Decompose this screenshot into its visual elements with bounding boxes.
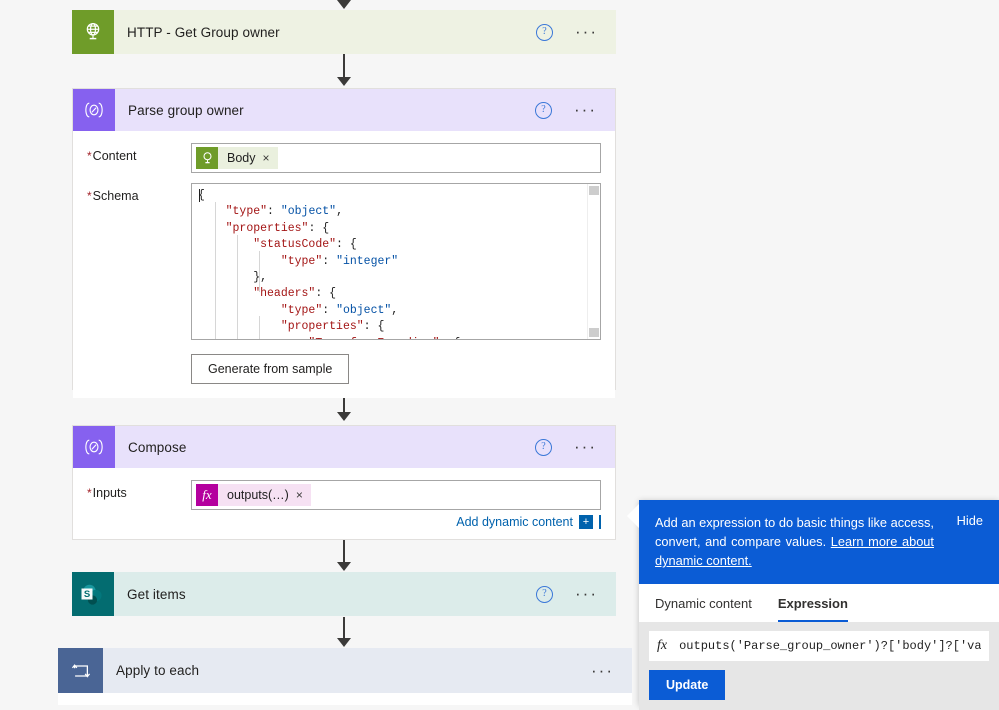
step-card-http[interactable]: HTTP - Get Group owner ? ··· xyxy=(72,10,616,54)
code-line: "type": "integer" xyxy=(280,254,399,268)
inputs-input[interactable]: fx outputs(…) × xyxy=(191,480,601,510)
step-title-parse: Parse group owner xyxy=(128,102,244,118)
help-icon[interactable]: ? xyxy=(536,585,554,603)
code-line: "type": "object", xyxy=(225,205,343,219)
step-header-http[interactable]: HTTP - Get Group owner ? ··· xyxy=(72,10,616,54)
code-line: "properties": { xyxy=(280,320,385,334)
step-body-parse: Content Body xyxy=(73,131,615,398)
step-title-compose: Compose xyxy=(128,439,187,455)
field-label-content: Content xyxy=(73,143,191,163)
token-body[interactable]: Body × xyxy=(196,147,278,169)
scroll-up-button[interactable] xyxy=(589,186,599,195)
step-header-apply-to-each[interactable]: Apply to each ··· xyxy=(58,648,632,693)
hide-banner-button[interactable]: Hide xyxy=(957,513,983,528)
expression-value: outputs('Parse_group_owner')?['body']?['… xyxy=(679,639,981,653)
more-options-icon[interactable]: ··· xyxy=(575,585,598,602)
step-title-http: HTTP - Get Group owner xyxy=(127,24,280,40)
field-control-content: Body × xyxy=(191,143,615,173)
expression-tabs: Dynamic content Expression xyxy=(639,584,999,622)
apply-to-each-icon xyxy=(58,648,103,693)
expression-input[interactable]: fx outputs('Parse_group_owner')?['body']… xyxy=(649,631,989,661)
fx-icon: fx xyxy=(657,638,668,653)
step-header-parse[interactable]: Parse group owner ? ··· xyxy=(73,89,615,131)
field-row-schema: Schema { "type": "object", "properties":… xyxy=(73,173,615,398)
add-dynamic-content-row: Add dynamic content + xyxy=(73,510,615,537)
close-icon[interactable]: × xyxy=(263,147,270,169)
field-control-inputs: fx outputs(…) × xyxy=(191,480,615,510)
step-body-compose: Inputs fx outputs(…) × Add dynamic c xyxy=(73,468,615,537)
scroll-down-button[interactable] xyxy=(589,328,599,337)
step-card-getitems[interactable]: S Get items ? ··· xyxy=(72,572,616,616)
generate-from-sample-button[interactable]: Generate from sample xyxy=(191,354,350,384)
connector-getitems-to-loop-arrow xyxy=(337,638,351,647)
tab-dynamic-content[interactable]: Dynamic content xyxy=(655,596,752,622)
compose-icon xyxy=(73,426,115,468)
step-card-parse[interactable]: Parse group owner ? ··· Content xyxy=(72,88,616,398)
expression-flyout-panel: Add an expression to do basic things lik… xyxy=(627,500,999,710)
body-token-text: Body xyxy=(227,151,256,165)
more-options-icon[interactable]: ··· xyxy=(575,23,598,40)
code-line: "Transfer-Encoding": { xyxy=(198,336,588,339)
code-line: { xyxy=(198,189,205,202)
connector-top-arrow xyxy=(337,0,351,9)
connector-parse-to-compose-arrow xyxy=(337,412,351,421)
globe-icon xyxy=(72,10,114,54)
help-icon[interactable]: ? xyxy=(536,23,554,41)
connector-compose-to-getitems-arrow xyxy=(337,562,351,571)
field-label-inputs: Inputs xyxy=(73,480,191,500)
help-icon[interactable]: ? xyxy=(535,438,553,456)
more-options-icon[interactable]: ··· xyxy=(574,101,597,118)
connector-http-to-parse-arrow xyxy=(337,77,351,86)
update-button[interactable]: Update xyxy=(649,670,726,700)
tab-expression[interactable]: Expression xyxy=(777,596,848,622)
schema-code-editor[interactable]: { "type": "object", "properties": { "sta… xyxy=(191,183,601,340)
svg-text:S: S xyxy=(84,589,90,600)
body-token-icon xyxy=(196,147,218,169)
close-icon[interactable]: × xyxy=(296,484,303,506)
token-outputs[interactable]: fx outputs(…) × xyxy=(196,484,311,506)
code-line: "properties": { xyxy=(225,221,330,235)
content-input[interactable]: Body × xyxy=(191,143,601,173)
field-label-schema: Schema xyxy=(73,183,191,203)
more-options-icon[interactable]: ··· xyxy=(574,438,597,455)
step-header-getitems[interactable]: S Get items ? ··· xyxy=(72,572,616,616)
add-dynamic-content-link[interactable]: Add dynamic content xyxy=(456,515,573,529)
field-row-content: Content Body xyxy=(73,131,615,173)
step-actions-parse: ? ··· xyxy=(535,101,615,119)
code-line: "headers": { xyxy=(253,287,337,301)
step-title-getitems: Get items xyxy=(127,586,186,602)
body-token-label: Body × xyxy=(218,147,278,169)
schema-scrollbar[interactable] xyxy=(587,184,600,339)
outputs-token-text: outputs(…) xyxy=(227,488,289,502)
more-options-icon[interactable]: ··· xyxy=(591,662,614,679)
step-card-compose[interactable]: Compose ? ··· Inputs fx outputs(…) × xyxy=(72,425,616,540)
parse-json-icon xyxy=(73,89,115,131)
outputs-token-label: outputs(…) × xyxy=(218,484,311,506)
step-actions-http: ? ··· xyxy=(536,23,616,41)
field-row-inputs: Inputs fx outputs(…) × xyxy=(73,468,615,510)
step-header-compose[interactable]: Compose ? ··· xyxy=(73,426,615,468)
add-dynamic-content-cursor xyxy=(599,515,601,529)
code-line: "statusCode": { xyxy=(253,238,357,252)
code-line: }, xyxy=(253,271,268,285)
step-actions-getitems: ? ··· xyxy=(536,585,616,603)
help-icon[interactable]: ? xyxy=(535,101,553,119)
text-caret xyxy=(199,189,200,202)
step-card-apply-to-each[interactable]: Apply to each ··· xyxy=(58,648,632,705)
expression-banner: Add an expression to do basic things lik… xyxy=(639,500,999,584)
code-line: "type": "object", xyxy=(280,303,399,317)
step-title-apply-to-each: Apply to each xyxy=(116,663,200,678)
step-actions-compose: ? ··· xyxy=(535,438,615,456)
schema-code-lines: { "type": "object", "properties": { "sta… xyxy=(192,184,588,339)
step-actions-apply-to-each: ··· xyxy=(591,662,632,679)
fx-icon: fx xyxy=(196,484,218,506)
expression-editor-body: fx outputs('Parse_group_owner')?['body']… xyxy=(639,622,999,710)
add-icon[interactable]: + xyxy=(579,515,593,529)
expression-banner-text: Add an expression to do basic things lik… xyxy=(655,513,982,570)
field-control-schema: { "type": "object", "properties": { "sta… xyxy=(191,183,615,398)
flyout-pointer xyxy=(627,504,639,528)
sharepoint-icon: S xyxy=(72,572,114,616)
flow-designer-canvas: HTTP - Get Group owner ? ··· Parse group… xyxy=(0,0,999,710)
